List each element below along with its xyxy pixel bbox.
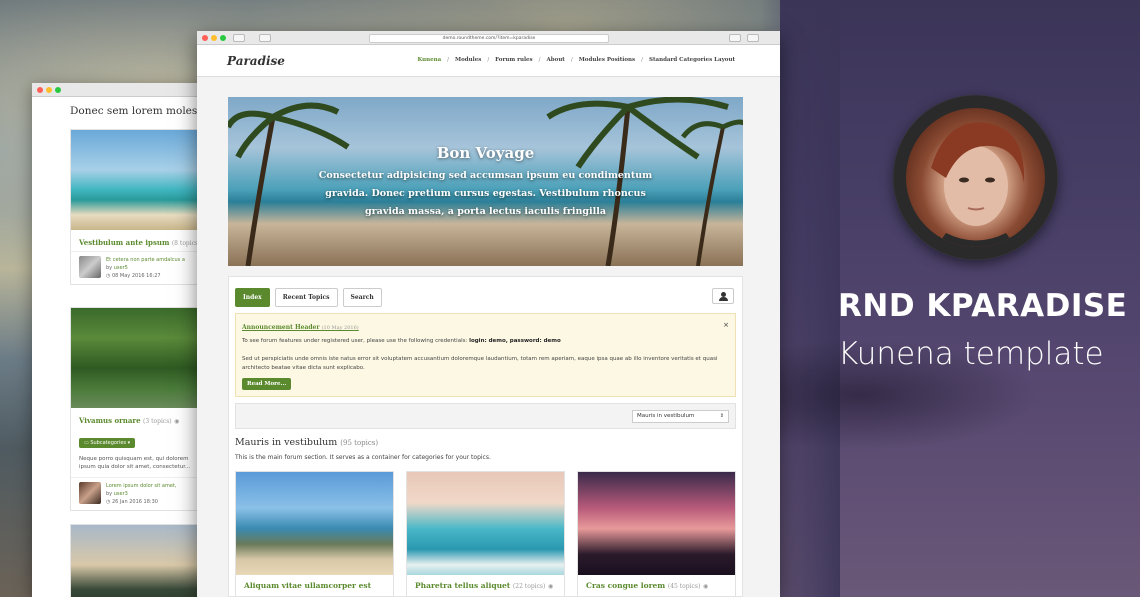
portrait-illustration	[931, 122, 1025, 247]
coast-photo	[236, 472, 393, 575]
close-dot-icon[interactable]	[202, 35, 208, 41]
maximize-dot-icon[interactable]	[55, 87, 61, 93]
user-link[interactable]: user3	[114, 491, 128, 497]
back-section-heading: Donec sem lorem molestie	[70, 105, 212, 117]
folder-icon: ▭	[84, 440, 89, 446]
sidebar-icon[interactable]	[259, 34, 271, 42]
avatar-portrait	[906, 108, 1045, 247]
announcement-credentials: To see forum features under registered u…	[242, 338, 561, 344]
back-arrow-icon[interactable]	[233, 34, 245, 42]
back-card-meta: Et cetera non parte amdalcus a by user5 …	[71, 251, 209, 284]
category-card-1[interactable]: Aliquam vitae ullamcorper est	[235, 471, 394, 597]
site-logo[interactable]: Paradise	[227, 54, 285, 68]
forum-tabs: Index Recent Topics Search	[235, 288, 387, 307]
back-card-2[interactable]: Vivamus ornare (3 topics) ◉ ▭ Subcategor…	[70, 307, 210, 511]
address-bar[interactable]: demo.roundtheme.com/?item=kparadise	[369, 34, 609, 43]
clock-icon: ◷	[106, 273, 111, 279]
surfer-photo	[407, 472, 564, 575]
jungle-bridge-photo	[71, 308, 209, 408]
section-description: This is the main forum section. It serve…	[235, 454, 491, 461]
menu-item-forum-rules[interactable]: Forum rules	[495, 57, 533, 63]
main-browser-window: demo.roundtheme.com/?item=kparadise Para…	[197, 31, 780, 597]
last-post-link[interactable]: Et cetera non parte amdalcus a	[106, 256, 185, 264]
close-icon[interactable]: ×	[723, 321, 729, 329]
back-card-excerpt: Neque porro quisquam est, qui dolorem ip…	[79, 456, 191, 470]
palm-sunset-photo	[71, 525, 209, 597]
close-dot-icon[interactable]	[37, 87, 43, 93]
updown-arrow-icon: ⇕	[719, 413, 724, 419]
category-filter-bar: Mauris in vestibulum ⇕	[235, 403, 736, 429]
back-card-3[interactable]	[70, 524, 210, 597]
share-icon[interactable]	[729, 34, 741, 42]
avatar[interactable]	[79, 482, 101, 504]
user-button[interactable]	[712, 288, 734, 304]
hero-text: Consectetur adipisicing sed accumsan ips…	[318, 170, 653, 217]
section-title: Mauris in vestibulum (95 topics)	[235, 437, 379, 448]
last-post-link[interactable]: Lorem ipsum dolor sit amet,	[106, 482, 176, 490]
tabs-icon[interactable]	[747, 34, 759, 42]
minimize-dot-icon[interactable]	[46, 87, 52, 93]
forum-panel: Index Recent Topics Search Announcement …	[228, 276, 743, 597]
announcement-header-link[interactable]: Announcement Header	[242, 324, 320, 331]
category-select[interactable]: Mauris in vestibulum ⇕	[632, 410, 729, 423]
rss-icon[interactable]: ◉	[548, 583, 553, 590]
tab-recent-topics[interactable]: Recent Topics	[274, 288, 338, 307]
menu-item-standard-categories[interactable]: Standard Categories Layout	[649, 57, 735, 63]
tab-search[interactable]: Search	[342, 288, 382, 307]
menu-item-modules[interactable]: Modules	[455, 57, 481, 63]
subcategories-button[interactable]: ▭ Subcategories ▾	[79, 438, 136, 448]
rss-icon[interactable]: ◉	[703, 583, 708, 590]
site-navbar: Paradise Kunena / Modules / Forum rules …	[197, 45, 780, 77]
category-card-3[interactable]: Cras congue lorem (45 topics) ◉	[577, 471, 736, 597]
palm-sunset-photo	[578, 472, 735, 575]
read-more-button[interactable]: Read More...	[242, 378, 292, 390]
beach-photo	[71, 130, 209, 230]
clock-icon: ◷	[106, 499, 111, 505]
tab-index[interactable]: Index	[235, 288, 270, 307]
user-link[interactable]: user5	[114, 265, 128, 271]
main-window-chrome: demo.roundtheme.com/?item=kparadise	[197, 31, 780, 45]
back-card-1[interactable]: Vestibulum ante ipsum (8 topics) Et cete…	[70, 129, 210, 285]
announcement-box: Announcement Header (10 May 2016) × To s…	[235, 313, 736, 397]
hero-title: Bon Voyage	[436, 144, 535, 162]
menu-item-modules-positions[interactable]: Modules Positions	[579, 57, 635, 63]
menu-item-kunena[interactable]: Kunena	[417, 57, 441, 63]
main-menu: Kunena / Modules / Forum rules / About /…	[417, 57, 735, 63]
brand-title: RND KPARADISE	[838, 288, 1128, 324]
back-card-meta: Lorem ipsum dolor sit amet, by user3 ◷ 2…	[71, 477, 209, 510]
announcement-body: Sed ut perspiciatis unde omnis iste natu…	[242, 356, 718, 371]
rss-icon[interactable]: ◉	[174, 418, 179, 425]
back-card-title[interactable]: Vestibulum ante ipsum (8 topics)	[71, 230, 209, 251]
maximize-dot-icon[interactable]	[220, 35, 226, 41]
brand-subtitle: Kunena template	[838, 336, 1104, 372]
menu-item-about[interactable]: About	[547, 57, 565, 63]
minimize-dot-icon[interactable]	[211, 35, 217, 41]
hero-banner: Bon Voyage Consectetur adipisicing sed a…	[228, 97, 743, 266]
back-card-title[interactable]: Vivamus ornare (3 topics) ◉	[71, 408, 209, 429]
avatar[interactable]	[79, 256, 101, 278]
category-card-2[interactable]: Pharetra tellus aliquet (22 topics) ◉	[406, 471, 565, 597]
